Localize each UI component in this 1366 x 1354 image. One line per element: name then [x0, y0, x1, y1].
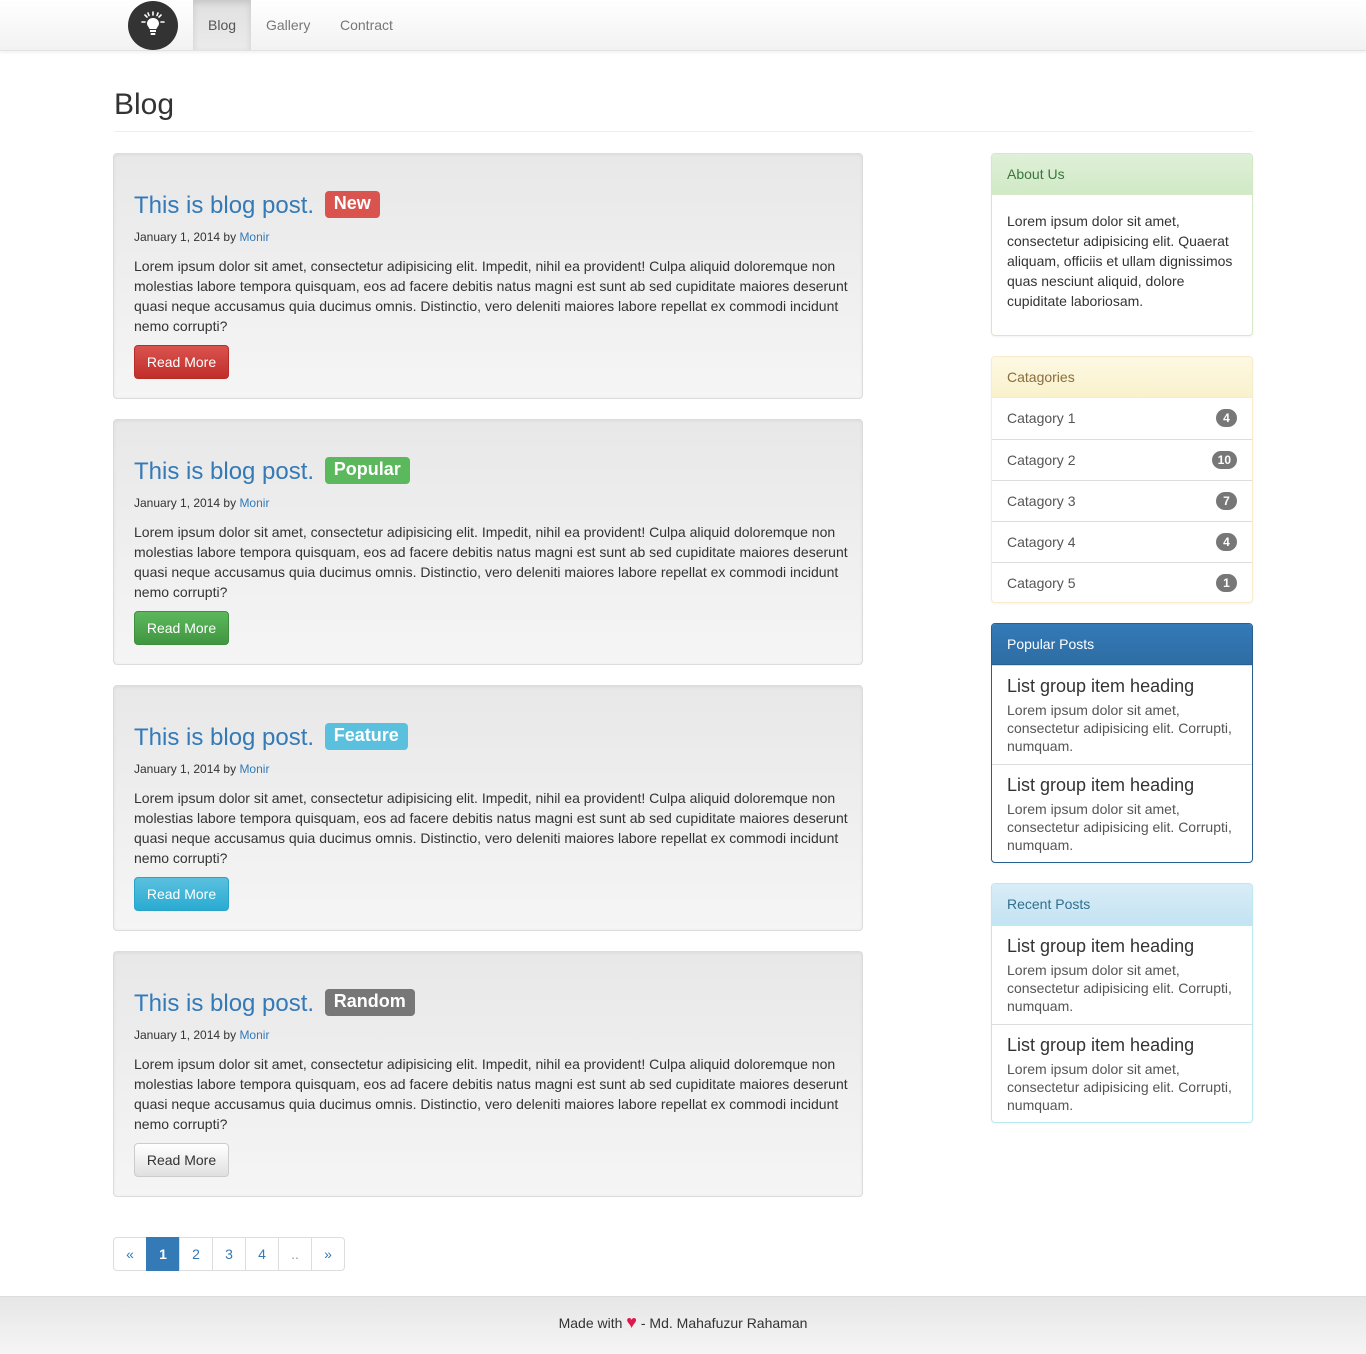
post-meta: January 1, 2014 by Monir: [134, 762, 269, 776]
footer-prefix: Made with: [558, 1315, 623, 1331]
post-meta: January 1, 2014 by Monir: [134, 496, 269, 510]
page-title: Blog: [114, 88, 175, 121]
blog-post: This is blog post. Feature January 1, 20…: [113, 685, 863, 931]
list-item-heading: List group item heading: [1007, 775, 1195, 795]
about-panel-body: Lorem ipsum dolor sit amet, consectetur …: [1007, 213, 1233, 309]
list-item-text: Lorem ipsum dolor sit amet, consectetur …: [1007, 801, 1232, 853]
read-more-button[interactable]: Read More: [134, 1143, 229, 1177]
category-item[interactable]: Catagory 3 7: [992, 480, 1252, 521]
list-item-text: Lorem ipsum dolor sit amet, consectetur …: [1007, 702, 1232, 754]
post-by: by: [223, 230, 237, 244]
post-label-new: New: [324, 191, 380, 219]
post-label-random: Random: [324, 989, 415, 1017]
category-count-badge: 4: [1216, 533, 1237, 551]
category-name: Catagory 3: [1007, 493, 1076, 509]
lightbulb-icon: [139, 10, 167, 41]
pagination-page-3[interactable]: 3: [212, 1237, 246, 1271]
category-item[interactable]: Catagory 1 4: [992, 398, 1252, 439]
recent-post-item[interactable]: List group item heading Lorem ipsum dolo…: [992, 1024, 1252, 1122]
category-count-badge: 10: [1211, 451, 1237, 469]
footer-credit: - Md. Mahafuzur Rahaman: [640, 1315, 808, 1331]
post-meta: January 1, 2014 by Monir: [134, 1028, 269, 1042]
post-excerpt: Lorem ipsum dolor sit amet, consectetur …: [134, 524, 848, 600]
post-author-link[interactable]: Monir: [239, 762, 269, 776]
post-author-link[interactable]: Monir: [239, 230, 269, 244]
category-item[interactable]: Catagory 5 1: [992, 562, 1252, 602]
post-author-link[interactable]: Monir: [239, 1028, 269, 1042]
category-item[interactable]: Catagory 2 10: [992, 439, 1252, 480]
post-label-popular: Popular: [324, 457, 410, 485]
post-title-link[interactable]: This is blog post.: [134, 724, 314, 751]
category-count-badge: 7: [1216, 492, 1237, 510]
nav-gallery[interactable]: Gallery: [251, 0, 325, 50]
about-panel: About Us Lorem ipsum dolor sit amet, con…: [991, 153, 1253, 336]
heart-icon: ♥: [626, 1312, 637, 1332]
read-more-button[interactable]: Read More: [134, 877, 229, 911]
read-more-button[interactable]: Read More: [134, 611, 229, 645]
recent-posts-panel: Recent Posts List group item heading Lor…: [991, 883, 1253, 1123]
list-item-text: Lorem ipsum dolor sit amet, consectetur …: [1007, 1061, 1232, 1113]
list-item-text: Lorem ipsum dolor sit amet, consectetur …: [1007, 962, 1232, 1014]
pagination-next[interactable]: »: [311, 1237, 345, 1271]
pagination-page-1[interactable]: 1: [146, 1237, 180, 1271]
popular-posts-heading: Popular Posts: [992, 624, 1252, 665]
post-date: January 1, 2014: [134, 1028, 221, 1042]
recent-posts-heading: Recent Posts: [992, 884, 1252, 925]
post-date: January 1, 2014: [134, 496, 221, 510]
pagination-prev[interactable]: «: [113, 1237, 147, 1271]
brand-logo[interactable]: [128, 1, 178, 50]
post-date: January 1, 2014: [134, 762, 221, 776]
footer: Made with ♥ - Md. Mahafuzur Rahaman: [0, 1296, 1366, 1354]
blog-post: This is blog post. Random January 1, 201…: [113, 951, 863, 1197]
post-label-feature: Feature: [324, 723, 408, 751]
navbar: Blog Gallery Contract: [0, 0, 1366, 51]
post-by: by: [223, 762, 237, 776]
category-name: Catagory 4: [1007, 534, 1076, 550]
popular-post-item[interactable]: List group item heading Lorem ipsum dolo…: [992, 764, 1252, 862]
blog-post: This is blog post. New January 1, 2014 b…: [113, 153, 863, 399]
post-title-link[interactable]: This is blog post.: [134, 192, 314, 219]
post-date: January 1, 2014: [134, 230, 221, 244]
blog-post: This is blog post. Popular January 1, 20…: [113, 419, 863, 665]
pagination-ellipsis[interactable]: ..: [278, 1237, 312, 1271]
category-name: Catagory 2: [1007, 452, 1076, 468]
popular-posts-panel: Popular Posts List group item heading Lo…: [991, 623, 1253, 863]
nav-contract[interactable]: Contract: [325, 0, 408, 50]
pagination-page-4[interactable]: 4: [245, 1237, 279, 1271]
post-by: by: [223, 1028, 237, 1042]
recent-post-item[interactable]: List group item heading Lorem ipsum dolo…: [992, 925, 1252, 1024]
category-item[interactable]: Catagory 4 4: [992, 521, 1252, 562]
category-name: Catagory 5: [1007, 575, 1076, 591]
categories-list: Catagory 1 4 Catagory 2 10 Catagory 3 7 …: [992, 398, 1252, 602]
post-excerpt: Lorem ipsum dolor sit amet, consectetur …: [134, 790, 848, 866]
list-item-heading: List group item heading: [1007, 936, 1195, 956]
read-more-button[interactable]: Read More: [134, 345, 229, 379]
post-title-link[interactable]: This is blog post.: [134, 458, 314, 485]
list-item-heading: List group item heading: [1007, 676, 1195, 696]
post-by: by: [223, 496, 237, 510]
list-item-heading: List group item heading: [1007, 1035, 1195, 1055]
nav-blog[interactable]: Blog: [193, 0, 251, 50]
pagination: « 1 2 3 4 .. »: [113, 1237, 345, 1271]
about-panel-heading: About Us: [992, 154, 1252, 195]
pagination-page-2[interactable]: 2: [179, 1237, 213, 1271]
category-count-badge: 1: [1216, 574, 1237, 592]
post-excerpt: Lorem ipsum dolor sit amet, consectetur …: [134, 1056, 848, 1132]
post-meta: January 1, 2014 by Monir: [134, 230, 269, 244]
category-name: Catagory 1: [1007, 410, 1076, 426]
categories-panel: Catagories Catagory 1 4 Catagory 2 10 Ca…: [991, 356, 1253, 603]
post-title-link[interactable]: This is blog post.: [134, 990, 314, 1017]
post-excerpt: Lorem ipsum dolor sit amet, consectetur …: [134, 258, 848, 334]
header-divider: [114, 131, 1253, 132]
post-author-link[interactable]: Monir: [239, 496, 269, 510]
category-count-badge: 4: [1216, 409, 1237, 427]
categories-panel-heading: Catagories: [992, 357, 1252, 398]
popular-post-item[interactable]: List group item heading Lorem ipsum dolo…: [992, 665, 1252, 764]
